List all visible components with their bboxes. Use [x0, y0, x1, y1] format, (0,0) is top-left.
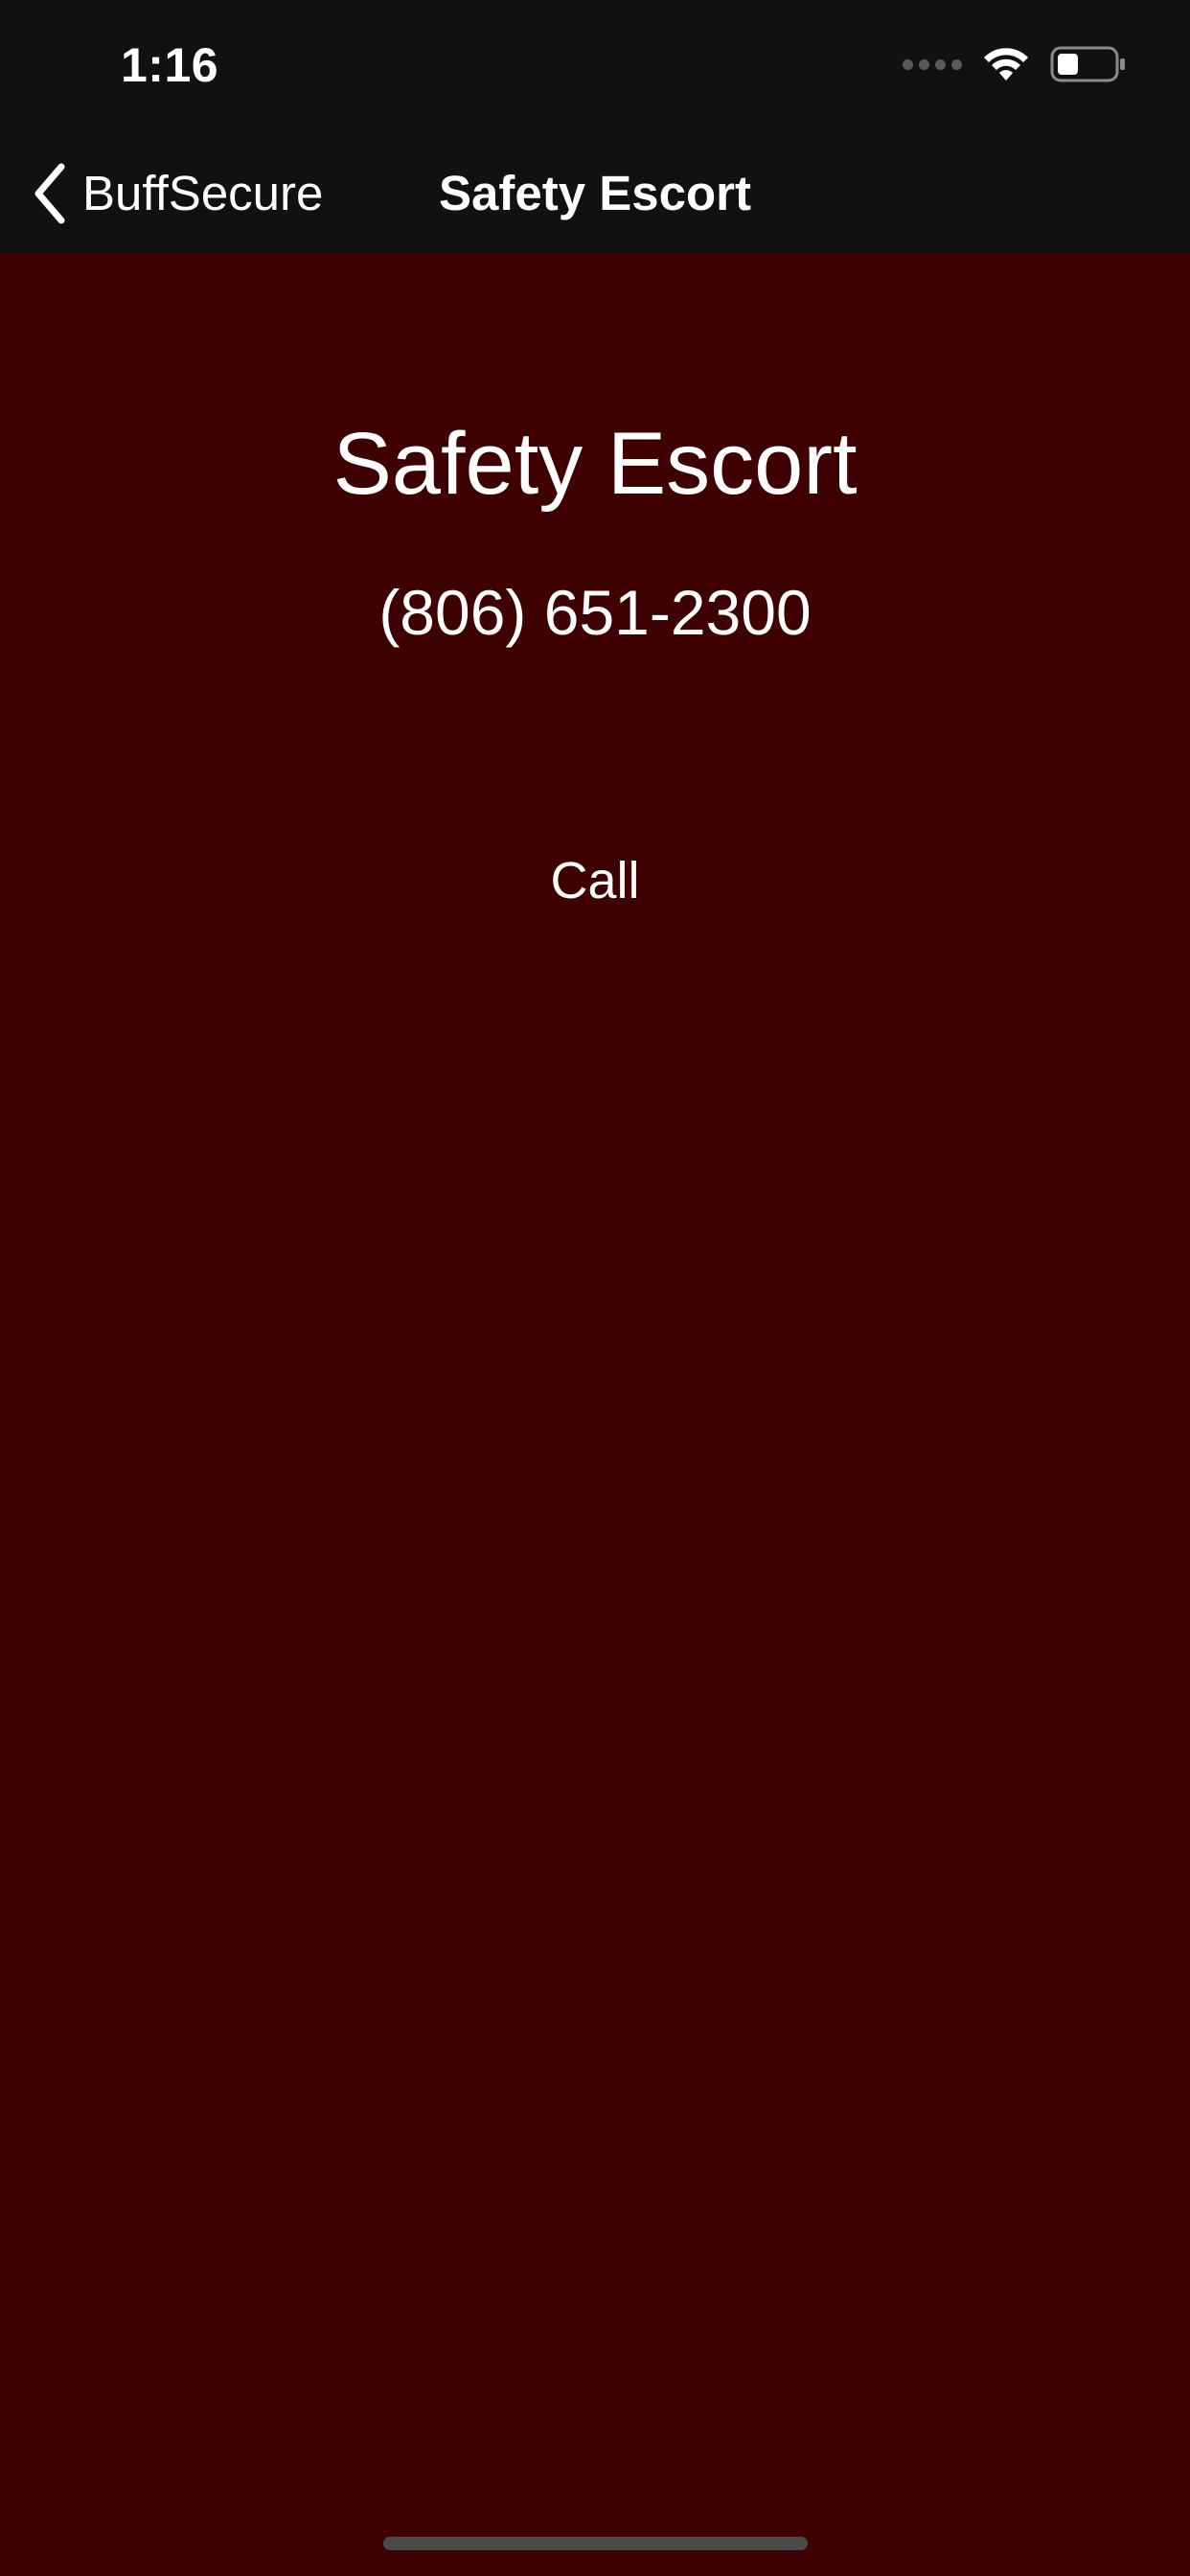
main-content: Safety Escort (806) 651-2300 Call — [0, 253, 1190, 2576]
status-icons — [903, 40, 1127, 88]
signal-dots-icon — [903, 40, 962, 88]
wifi-icon — [984, 48, 1028, 80]
phone-number: (806) 651-2300 — [378, 577, 812, 648]
call-button[interactable]: Call — [451, 828, 739, 933]
top-bar: 1:16 BuffSecure Safety Escort — [0, 0, 1190, 253]
navigation-bar: BuffSecure Safety Escort — [0, 134, 1190, 253]
battery-icon — [1050, 46, 1125, 82]
nav-title: Safety Escort — [439, 166, 751, 220]
home-indicator[interactable] — [383, 2537, 808, 2550]
status-time: 1:16 — [121, 38, 219, 92]
page-title: Safety Escort — [332, 415, 858, 513]
